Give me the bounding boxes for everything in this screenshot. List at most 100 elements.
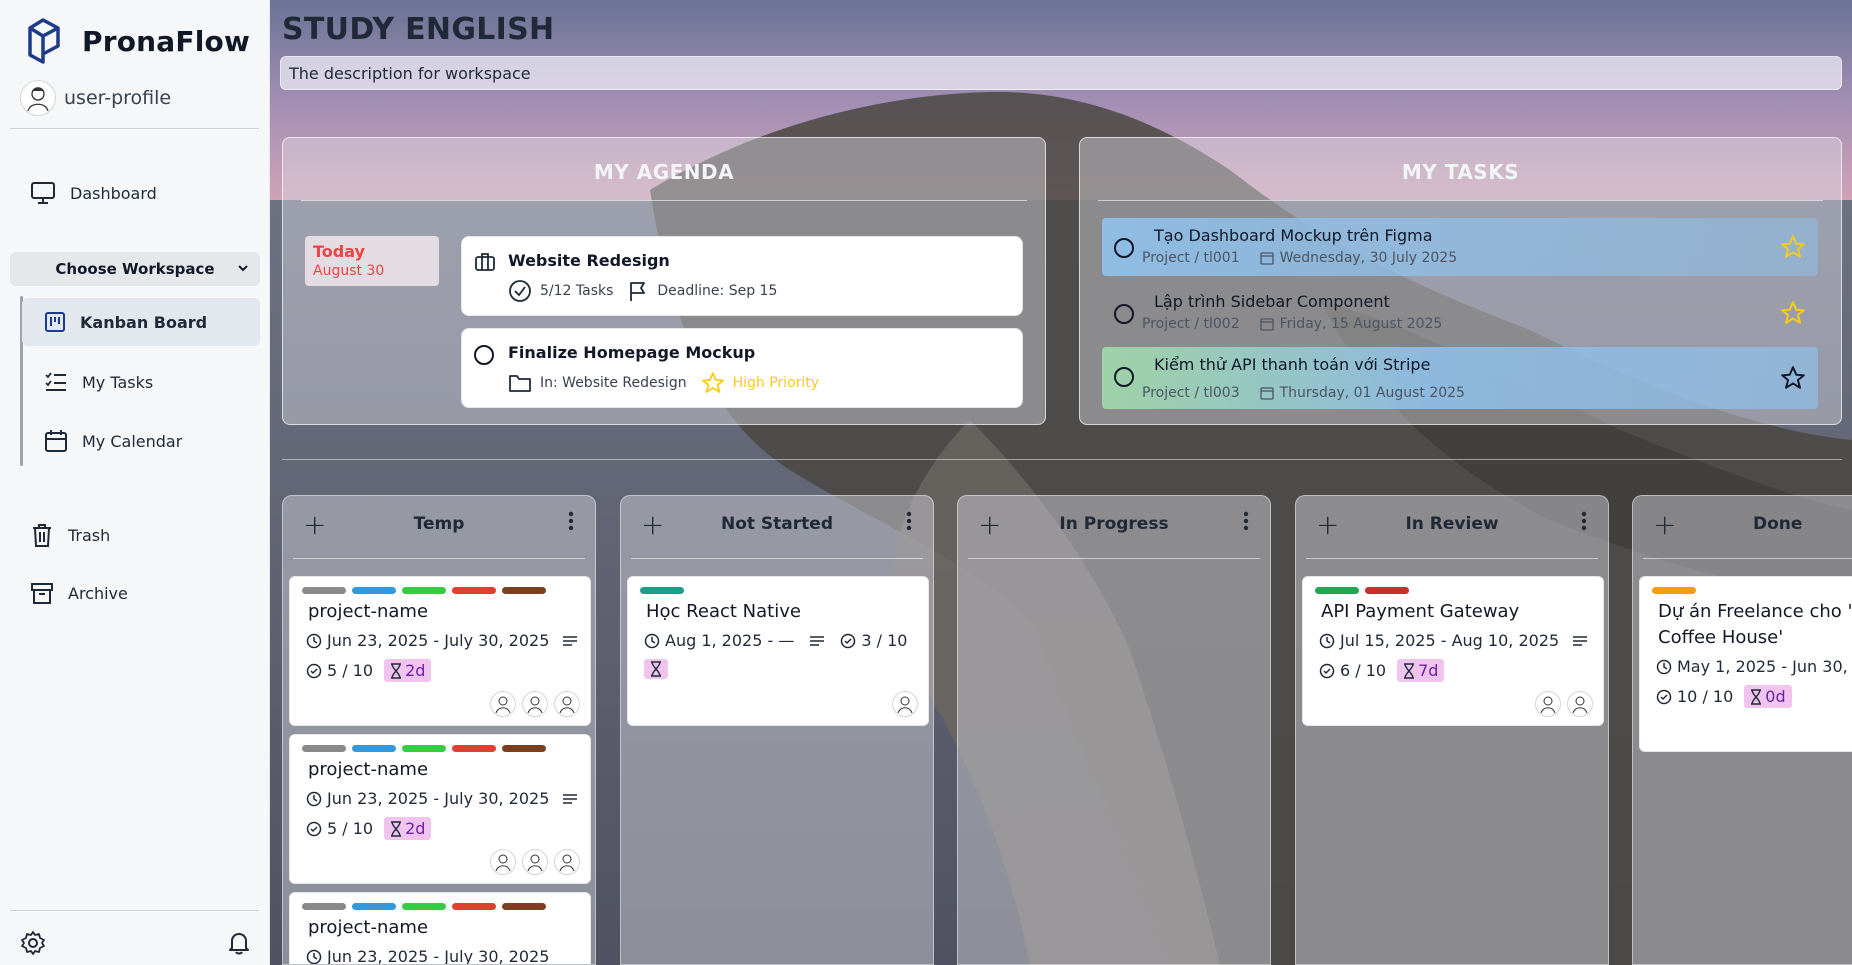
task-row[interactable]: Lập trình Sidebar Component Project / tl… (1102, 284, 1818, 342)
card-dates: Jun 23, 2025 - July 30, 2025 (327, 789, 550, 808)
settings-icon[interactable] (20, 930, 46, 956)
nav-trash[interactable]: Trash (30, 522, 110, 548)
card-progress: 5 / 10 (327, 819, 374, 838)
more-vertical-icon[interactable] (905, 508, 913, 534)
check-circle-icon (1656, 689, 1672, 704)
kanban-card[interactable]: project-name Jun 23, 2025 - July 30, 202… (289, 734, 591, 884)
star-icon[interactable] (1780, 234, 1806, 260)
nav-archive[interactable]: Archive (30, 581, 128, 605)
task-name: Lập trình Sidebar Component (1154, 292, 1390, 311)
my-tasks-panel: MY TASKS Tạo Dashboard Mockup trên Figma… (1079, 137, 1842, 425)
logo[interactable]: PronaFlow (26, 18, 250, 64)
card-progress: 6 / 10 (1340, 661, 1387, 680)
today-box: Today August 30 (305, 236, 439, 286)
kanban-card[interactable]: Học React Native Aug 1, 2025 - — 3 / 10 (627, 576, 929, 726)
avatar (1567, 691, 1593, 717)
more-vertical-icon[interactable] (567, 508, 575, 534)
kanban-card[interactable]: API Payment Gateway Jul 15, 2025 - Aug 1… (1302, 576, 1604, 726)
today-date: August 30 (313, 263, 385, 279)
agenda-priority: High Priority (732, 375, 820, 391)
more-vertical-icon[interactable] (1580, 508, 1588, 534)
task-name: Tạo Dashboard Mockup trên Figma (1154, 226, 1433, 245)
user-profile[interactable]: user-profile (20, 80, 171, 116)
task-checkbox[interactable] (474, 345, 494, 365)
tag-list (302, 587, 546, 594)
agenda-item-title: Website Redesign (508, 251, 670, 270)
sidebar: PronaFlow user-profile Dashboard Choose … (0, 0, 270, 965)
tag-list (302, 903, 546, 910)
workspace-select[interactable]: Choose Workspace (10, 252, 260, 286)
card-remaining: 2d (405, 819, 426, 838)
hourglass-icon (1404, 662, 1415, 679)
task-checkbox[interactable] (1114, 304, 1134, 324)
star-icon (701, 372, 724, 393)
avatar (522, 849, 548, 875)
kanban-column-in-progress: + In Progress (957, 495, 1271, 965)
task-date: Thursday, 01 August 2025 (1279, 385, 1465, 401)
tag (402, 745, 446, 752)
card-title: project-name (308, 917, 429, 938)
tag (302, 745, 346, 752)
time-remaining-badge (644, 659, 668, 679)
agenda-item[interactable]: Website Redesign 5/12 Tasks Deadline: Se… (461, 236, 1023, 316)
star-icon[interactable] (1780, 365, 1806, 391)
briefcase-icon (475, 253, 495, 271)
flag-icon (630, 282, 646, 301)
agenda-task-count: 5/12 Tasks (540, 283, 614, 299)
task-project: Project / tl001 (1142, 250, 1240, 266)
tag (302, 587, 346, 594)
avatar (490, 849, 516, 875)
tag (402, 903, 446, 910)
tag (402, 587, 446, 594)
avatar (490, 691, 516, 717)
app-name: PronaFlow (82, 24, 251, 58)
task-row[interactable]: Kiểm thử API thanh toán với Stripe Proje… (1102, 347, 1818, 409)
card-remaining: 0d (1765, 687, 1786, 706)
card-dates: Jul 15, 2025 - Aug 10, 2025 (1340, 631, 1560, 650)
nav-archive-label: Archive (68, 583, 128, 603)
sidebar-item-kanban-board[interactable]: Kanban Board (22, 298, 260, 346)
divider (293, 558, 585, 559)
user-name: user-profile (64, 87, 172, 109)
divider (631, 558, 923, 559)
task-list-icon (45, 372, 66, 391)
star-icon[interactable] (1780, 300, 1806, 326)
tag (452, 903, 496, 910)
add-card-button[interactable]: + (1653, 508, 1676, 541)
divider (1098, 200, 1823, 201)
chevron-down-icon (238, 265, 248, 272)
task-row[interactable]: Tạo Dashboard Mockup trên Figma Project … (1102, 218, 1818, 276)
check-circle-icon (306, 821, 322, 836)
kanban-card[interactable]: project-name Jun 23, 2025 - July 30, 202… (289, 892, 591, 964)
divider (968, 558, 1260, 559)
card-title: project-name (308, 759, 429, 780)
kanban-card[interactable]: project-name Jun 23, 2025 - July 30, 202… (289, 576, 591, 726)
bell-icon[interactable] (226, 930, 252, 956)
tag (352, 903, 396, 910)
clock-icon (306, 949, 322, 964)
pronaflow-logo-icon (28, 18, 60, 64)
kanban-column-in-review: + In Review API Payment Gateway Jul 15, … (1295, 495, 1609, 965)
avatar (554, 849, 580, 875)
tag (352, 745, 396, 752)
more-vertical-icon[interactable] (1242, 508, 1250, 534)
task-checkbox[interactable] (1114, 367, 1134, 387)
agenda-deadline: Deadline: Sep 15 (657, 283, 778, 299)
calendar-icon (1259, 318, 1274, 331)
task-checkbox[interactable] (1114, 238, 1134, 258)
kanban-column-not-started: + Not Started Học React Native Aug 1, 20… (620, 495, 934, 965)
nav-dashboard[interactable]: Dashboard (30, 181, 157, 205)
card-title: project-name (308, 601, 429, 622)
kanban-card[interactable]: Dự án Freelance cho ' Coffee House' May … (1639, 576, 1852, 752)
divider (301, 200, 1027, 201)
column-title: Not Started (720, 514, 833, 534)
sidebar-item-my-tasks[interactable]: My Tasks (22, 358, 260, 406)
workspace-description[interactable]: The description for workspace (280, 56, 1842, 90)
workspace-title: STUDY ENGLISH (282, 12, 555, 47)
sidebar-item-my-calendar[interactable]: My Calendar (22, 417, 260, 465)
card-progress: 5 / 10 (327, 661, 374, 680)
hourglass-icon (391, 662, 402, 679)
folder-icon (509, 375, 531, 392)
agenda-item[interactable]: Finalize Homepage Mockup In: Website Red… (461, 328, 1023, 408)
divider (1306, 558, 1598, 559)
